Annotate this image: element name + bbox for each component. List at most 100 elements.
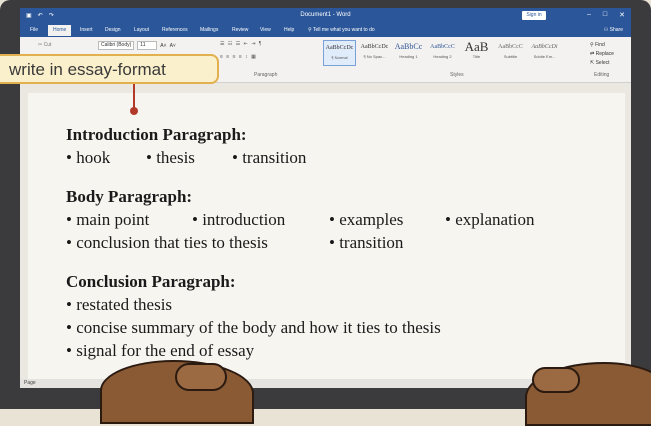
conclusion-bullet: • concise summary of the body and how it… [66,316,535,339]
bullet-item: • explanation [445,210,535,229]
annotation-pointer-dot [130,107,138,115]
tell-me-label: Tell me what you want to do [312,27,375,33]
minimize-button[interactable]: – [587,11,591,19]
tab-references[interactable]: References [162,27,188,33]
style-subtitle[interactable]: AaBbCcC Subtitle [495,40,526,64]
document-page[interactable]: Introduction Paragraph: • hook • thesis … [28,93,625,383]
tab-mailings[interactable]: Mailings [200,27,218,33]
body-bullets-row-1: • main point • introduction • examples •… [66,208,535,231]
window-controls: – □ ✕ [587,11,625,19]
bullet-text: main point [76,210,150,229]
paragraph-group-label: Paragraph [254,72,278,78]
tab-view[interactable]: View [260,27,271,33]
editing-group: ⚲ Find ⇄ Replace ⇱ Select [590,41,614,68]
ribbon-tabs: File Home Insert Design Layout Reference… [20,24,631,37]
shrink-font-icon[interactable]: A˅ [170,43,176,49]
right-thumb [532,367,580,393]
style-preview: AaBbCcDc [360,44,389,50]
annotation-text: write in essay-format [9,60,166,79]
tab-help[interactable]: Help [284,27,294,33]
bullet-text: thesis [156,148,195,167]
font-size-select[interactable]: 11 [137,41,158,50]
bullet-item: • conclusion that ties to thesis [66,233,268,252]
styles-gallery: AaBbCcDc ¶ Normal AaBbCcDc ¶ No Spac... Aa… [323,40,563,66]
body-heading: Body Paragraph: [66,187,193,206]
bullet-text: restated thesis [76,295,173,314]
select-label: Select [595,60,610,66]
style-heading-1[interactable]: AaBbCc Heading 1 [393,40,424,64]
style-subtle-emphasis[interactable]: AaBbCcDi Subtle Em... [529,40,560,64]
conclusion-bullet: • restated thesis [66,293,535,316]
grow-font-icon[interactable]: A˄ [160,43,166,49]
tab-design[interactable]: Design [105,27,121,33]
bullet-text: conclusion that ties to thesis [76,233,268,252]
bullet-text: explanation [455,210,535,229]
style-preview: AaB [464,40,489,54]
tab-layout[interactable]: Layout [134,27,149,33]
find-label: Find [595,42,605,48]
select-button[interactable]: ⇱ Select [590,59,614,68]
style-preview: AaBbCcDi [531,44,558,50]
find-button[interactable]: ⚲ Find [590,41,614,50]
tab-file[interactable]: File [30,27,38,33]
close-button[interactable]: ✕ [619,11,625,19]
bullet-item: • concise summary of the body and how it… [66,318,441,337]
annotation-callout: write in essay-format [0,54,219,84]
alignment-controls[interactable]: ≡ ≡ ≡ ≡ ↕ ▦ [220,54,257,60]
left-thumb [175,363,227,391]
title-bar: ▣ ↶ ↷ Document1 - Word Sign in – □ ✕ [20,8,631,24]
style-title[interactable]: AaB Title [461,40,492,64]
bullet-item: • transition [329,233,404,252]
style-name: Heading 1 [399,54,418,59]
maximize-button[interactable]: □ [603,11,607,19]
bullet-text: transition [339,233,404,252]
bullet-item: • hook [66,148,111,167]
share-button[interactable]: ⚇ Share [604,27,623,33]
bullet-text: concise summary of the body and how it t… [76,318,441,337]
share-label: Share [609,27,623,33]
tell-me-search[interactable]: ⚲ Tell me what you want to do [308,27,375,33]
paragraph-controls[interactable]: ☰ ☷ ☲ ⇤ ⇥ ¶ [220,41,262,47]
style-no-spacing[interactable]: AaBbCcDc ¶ No Spac... [359,40,390,64]
document-body[interactable]: Introduction Paragraph: • hook • thesis … [66,123,535,362]
style-name: Title [472,54,481,59]
bullet-text: examples [339,210,404,229]
bullet-item: • main point [66,210,150,229]
page-indicator[interactable]: Page [24,380,36,386]
style-preview: AaBbCc [394,42,423,51]
bullet-item: • examples [329,210,404,229]
style-name: Subtle Em... [533,54,556,59]
bullet-text: transition [242,148,307,167]
style-normal[interactable]: AaBbCcDc ¶ Normal [323,40,356,66]
style-heading-2[interactable]: AaBbCcC Heading 2 [427,40,458,64]
bullet-item: • transition [232,148,307,167]
bullet-text: hook [76,148,111,167]
editing-group-label: Editing [594,72,610,78]
font-name-select[interactable]: Calibri (Body) [98,41,135,50]
tab-home[interactable]: Home [48,25,72,36]
style-name: ¶ No Spac... [363,54,386,59]
style-name: Heading 2 [433,54,452,59]
replace-label: Replace [595,51,614,57]
document-area: Introduction Paragraph: • hook • thesis … [20,83,631,383]
bullet-item: • introduction [192,210,286,229]
body-bullets-row-2: • conclusion that ties to thesis • trans… [66,231,535,254]
sign-in-button[interactable]: Sign in [522,11,546,20]
conclusion-bullet: • signal for the end of essay [66,339,535,362]
intro-bullets: • hook • thesis • transition [66,146,535,169]
tab-review[interactable]: Review [232,27,248,33]
style-name: ¶ Normal [331,55,348,60]
tab-insert[interactable]: Insert [80,27,93,33]
bullet-text: introduction [202,210,286,229]
cut-button[interactable]: ✂ Cut [38,42,51,48]
style-preview: AaBbCcC [498,44,523,50]
styles-group-label: Styles [450,72,464,78]
intro-heading: Introduction Paragraph: [66,125,247,144]
bullet-item: • restated thesis [66,295,173,314]
replace-button[interactable]: ⇄ Replace [590,50,614,59]
cut-label: Cut [43,42,52,48]
style-preview: AaBbCcC [430,44,455,50]
bullet-item: • thesis [146,148,195,167]
bullet-item: • signal for the end of essay [66,341,255,360]
style-preview: AaBbCcDc [325,45,354,51]
